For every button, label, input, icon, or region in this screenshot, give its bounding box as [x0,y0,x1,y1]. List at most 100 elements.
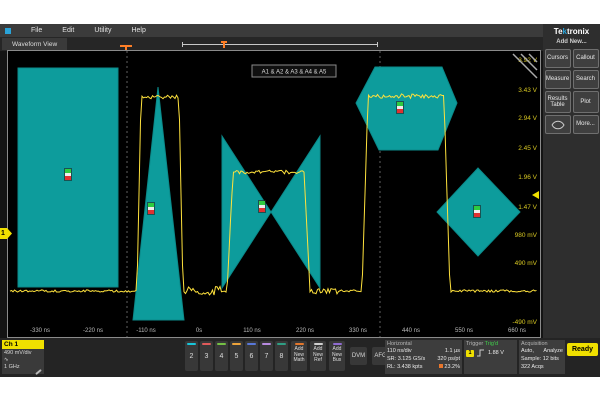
corner-grabber-icon[interactable] [513,54,537,78]
menu-item-utility[interactable]: Utility [94,27,111,34]
channel-button-row: 2345678AddNewMathAddNewRefAddNewBusDVMAF… [185,341,389,371]
channel-button-8[interactable]: 8 [275,341,288,371]
trigger-badge[interactable]: Trigger Trig'd 1 1.88 V [464,340,517,374]
ready-status-badge: Ready [567,343,598,356]
graticule: A1 & A2 & A3 & A4 & A53.92 V3.43 V2.94 V… [8,51,540,337]
time-axis-label: -220 ns [83,328,103,334]
channel1-badge-body: 490 mV/div ∿ 1 GHz [2,349,44,375]
trigger-status: Trig'd [485,341,498,347]
add-new-math-button[interactable]: AddNewMath [291,341,307,371]
channel-color-bar [202,343,211,345]
voltage-axis-label: 980 mV [515,232,538,239]
trigger-position-handle[interactable] [221,41,227,48]
acquisition-mode: Auto, [521,347,534,355]
voltage-axis-label: 1.96 V [518,174,537,181]
sidebar-button-search[interactable]: Search [573,70,599,89]
area-badge-a1 [64,168,72,181]
channel-color-bar [247,343,256,345]
tab-waveform-view[interactable]: Waveform View [2,38,67,50]
time-axis-label: 330 ns [349,328,367,334]
add-new-ref-button[interactable]: AddNewRef [310,341,326,371]
sidebar-button-callout[interactable]: Callout [573,49,599,68]
acquisition-analyze-link[interactable]: Analyze [543,347,563,355]
channel-button-7[interactable]: 7 [260,341,273,371]
app-icon [5,28,11,34]
horizontal-position-rail[interactable] [182,43,378,46]
horizontal-row-1: 110 ns/div1.1 µs [387,347,460,355]
time-axis-label: 110 ns [243,328,261,334]
time-axis-label: -330 ns [30,328,50,334]
menu-item-help[interactable]: Help [131,27,145,34]
sidebar-button-results-table[interactable]: Results Table [545,91,571,113]
acquisition-badge[interactable]: Acquisition Auto, Analyze Sample: 12 bit… [519,340,565,374]
voltage-axis-label: 1.47 V [518,204,537,211]
channel-number-label: 2 [190,353,194,360]
rising-edge-icon [477,349,485,357]
visual-trigger-area-a3[interactable] [222,136,320,288]
channel1-badge[interactable]: Ch 1 490 mV/div ∿ 1 GHz [2,340,44,374]
voltage-axis-label: 2.94 V [518,115,537,122]
add-new-label: Add New... [543,39,600,45]
channel-number-label: 4 [220,353,224,360]
channel-button-5[interactable]: 5 [230,341,243,371]
add-new-math-label: AddNewMath [293,347,304,364]
time-axis-label: 660 ns [508,328,526,334]
waveform-display[interactable]: A1 & A2 & A3 & A4 & A53.92 V3.43 V2.94 V… [7,50,541,338]
right-sidebar: Tektronix Add New... CursorsCalloutMeasu… [543,24,600,338]
visual-trigger-condition-badge[interactable]: A1 & A2 & A3 & A4 & A5 [252,65,336,77]
sidebar-button-cursors[interactable]: Cursors [545,49,571,68]
trigger-level-marker[interactable] [532,191,539,199]
horizontal-row-3: RL: 3.438 kpts23.2% [387,363,460,371]
channel-button-2[interactable]: 2 [185,341,198,371]
sidebar-button-more[interactable]: More... [573,115,599,134]
trigger-title: Trigger Trig'd [466,341,515,347]
acquisition-count: 322 Acqs [521,363,563,371]
add-new-ref-label: AddNewRef [313,347,323,364]
channel1-scale: 490 mV/div [4,350,42,357]
coupling-icon: ∿ [4,357,42,364]
voltage-axis-label: 3.43 V [518,87,537,94]
channel-color-bar [277,343,286,345]
dvm-button[interactable]: DVM [350,347,367,365]
voltage-axis-label: -490 mV [512,319,537,326]
tektronix-logo: Tektronix [543,27,600,36]
add-new-bus-button[interactable]: AddNewBus [329,341,345,371]
voltage-axis-label: 2.45 V [518,145,537,152]
menu-bar: File Edit Utility Help [0,24,600,37]
trigger-source-badge: 1 [466,350,474,357]
channel-button-6[interactable]: 6 [245,341,258,371]
eye-diagram-icon[interactable] [545,115,571,134]
menu-item-edit[interactable]: Edit [62,27,74,34]
channel-button-4[interactable]: 4 [215,341,228,371]
menu-bar-items: File Edit Utility Help [31,27,146,34]
horizontal-badge[interactable]: Horizontal 110 ns/div1.1 µsSR: 3.125 GS/… [385,340,462,374]
add-new-ref-color-bar [314,343,323,345]
acquisition-sample: Sample: 12 bits [521,355,563,363]
area-badge-a3 [258,200,266,213]
rail-left-tick [182,42,183,47]
visual-trigger-area-a4[interactable] [356,67,457,150]
rail-right-tick [377,42,378,47]
channel-color-bar [217,343,226,345]
time-axis-label: 0s [196,328,202,334]
time-axis-label: 550 ns [455,328,473,334]
channel1-badge-title: Ch 1 [2,340,44,349]
menu-item-file[interactable]: File [31,27,42,34]
bottom-bar: Ch 1 490 mV/div ∿ 1 GHz 234 5 678 AddNewMat… [0,338,600,377]
time-axis-label: 440 ns [402,328,420,334]
oscilloscope-window: File Edit Utility Help Waveform View A1 & A… [0,24,600,377]
trigger-level-value: 1.88 V [488,349,504,357]
sidebar-button-plot[interactable]: Plot [573,91,599,113]
area-badge-a4 [396,101,404,114]
fastacq-swatch [439,364,443,368]
channel-button-3[interactable]: 3 [200,341,213,371]
channel-color-bar [187,343,196,345]
sidebar-button-measure[interactable]: Measure [545,70,571,89]
voltage-axis-label: 490 mV [515,260,538,267]
channel-color-bar [232,343,241,345]
rail-line [182,44,378,45]
channel-number-label: 6 [250,353,254,360]
channel-number-label: 5 [235,353,239,360]
add-new-math-color-bar [295,343,304,345]
time-axis-label: 220 ns [296,328,314,334]
